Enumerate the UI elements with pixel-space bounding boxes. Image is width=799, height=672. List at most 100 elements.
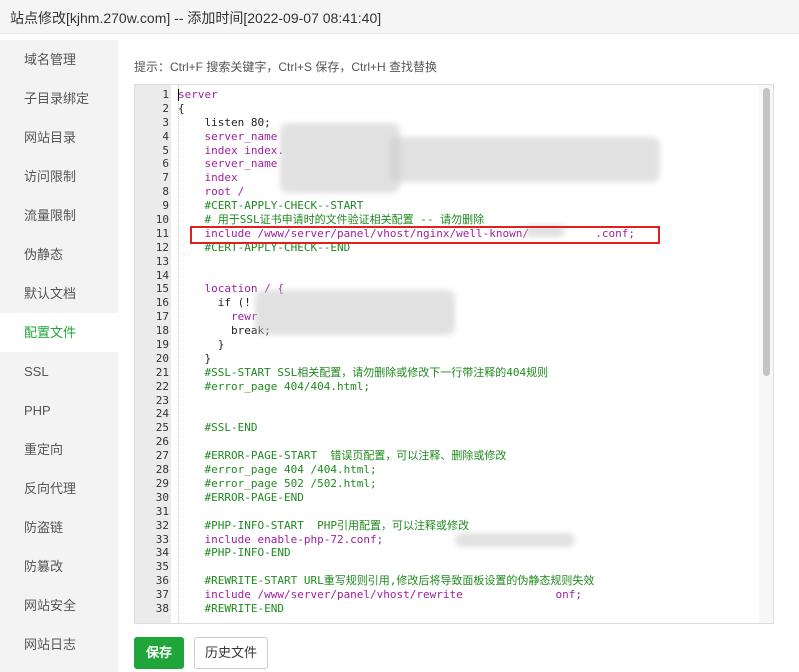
sidebar-item[interactable]: 默认文档 <box>0 274 118 313</box>
line-number: 19 <box>155 338 169 352</box>
line-number: 29 <box>155 476 169 490</box>
code-line[interactable]: 33 include enable-php-72.conf; <box>135 533 755 547</box>
sidebar-item[interactable]: 配置文件 <box>0 313 118 352</box>
line-text[interactable]: #error_page 404 /404.html; <box>178 463 376 477</box>
line-number: 30 <box>155 490 169 504</box>
line-number: 23 <box>155 393 169 407</box>
code-line[interactable]: 8 root / <box>135 185 755 199</box>
line-text[interactable]: index index. <box>178 144 283 158</box>
line-text[interactable]: #PHP-INFO-START PHP引用配置，可以注释或修改 <box>178 519 468 533</box>
code-line[interactable]: 10 # 用于SSL证书申请时的文件验证相关配置 -- 请勿删除 <box>135 213 755 227</box>
code-line[interactable]: 36 #REWRITE-START URL重写规则引用,修改后将导致面板设置的伪… <box>135 574 755 588</box>
sidebar-item[interactable]: 反向代理 <box>0 469 118 508</box>
sidebar-item[interactable]: 网站安全 <box>0 586 118 625</box>
code-line[interactable]: 37 include /www/server/panel/vhost/rewri… <box>135 588 755 602</box>
line-text[interactable]: #error_page 502 /502.html; <box>178 477 376 491</box>
code-line[interactable]: 35 <box>135 560 755 574</box>
line-number: 37 <box>155 588 169 602</box>
line-text[interactable]: } <box>178 338 225 352</box>
line-number: 20 <box>155 351 169 365</box>
code-line[interactable]: 22 #error_page 404/404.html; <box>135 380 755 394</box>
highlight-box <box>190 226 660 244</box>
code-line[interactable]: 1 server <box>135 88 755 102</box>
line-text[interactable]: #ERROR-PAGE-START 错误页配置，可以注释、删除或修改 <box>178 449 506 463</box>
code-line[interactable]: 25 #SSL-END <box>135 421 755 435</box>
line-number: 28 <box>155 463 169 477</box>
code-line[interactable]: 34 #PHP-INFO-END <box>135 546 755 560</box>
line-number: 1 <box>162 88 169 101</box>
code-line[interactable]: 9 #CERT-APPLY-CHECK--START <box>135 199 755 213</box>
sidebar-item[interactable]: SSL <box>0 352 118 391</box>
line-text[interactable]: #ERROR-PAGE-END <box>178 491 303 505</box>
sidebar-item[interactable]: 防盗链 <box>0 508 118 547</box>
sidebar-item[interactable]: 访问限制 <box>0 157 118 196</box>
line-text[interactable]: #REWRITE-END <box>178 602 283 616</box>
line-number: 10 <box>155 213 169 227</box>
line-number: 6 <box>162 157 169 171</box>
code-line[interactable]: 20 } <box>135 352 755 366</box>
redacted-region <box>280 123 400 193</box>
code-line[interactable]: 26 <box>135 435 755 449</box>
line-text[interactable]: listen 80; <box>178 116 270 130</box>
redacted-region <box>255 290 455 335</box>
sidebar-item[interactable]: 网站日志 <box>0 625 118 664</box>
history-files-button[interactable]: 历史文件 <box>194 637 268 669</box>
line-text[interactable]: server_name <box>178 130 277 144</box>
line-text[interactable]: #CERT-APPLY-CHECK--START <box>178 199 363 213</box>
code-line[interactable]: 31 <box>135 505 755 519</box>
code-line[interactable]: 14 <box>135 269 755 283</box>
line-text[interactable]: rewr <box>178 310 258 324</box>
sidebar: 域名管理 子目录绑定 网站目录 访问限制 流量限制 伪静态 默认文档 配置文件 SSL PHP 重定… <box>0 40 118 672</box>
code-line[interactable]: 19 } <box>135 338 755 352</box>
sidebar-item[interactable]: 流量限制 <box>0 196 118 235</box>
sidebar-item[interactable]: 域名管理 <box>0 40 118 79</box>
line-number: 7 <box>162 171 169 185</box>
sidebar-item[interactable]: 防篡改 <box>0 547 118 586</box>
editor-scrollbar[interactable] <box>759 85 773 623</box>
line-text[interactable]: include enable-php-72.conf; <box>178 533 383 547</box>
sidebar-item[interactable]: 伪静态 <box>0 235 118 274</box>
line-text[interactable]: { <box>178 102 185 116</box>
line-number: 11 <box>155 226 169 240</box>
sidebar-item[interactable]: PHP <box>0 391 118 430</box>
line-text[interactable]: server <box>178 88 218 102</box>
line-text[interactable]: if (! <box>178 296 251 310</box>
code-line[interactable]: 13 <box>135 255 755 269</box>
line-number: 5 <box>162 143 169 157</box>
sidebar-item[interactable]: 重定向 <box>0 430 118 469</box>
line-text[interactable]: #PHP-INFO-END <box>178 546 290 560</box>
line-text[interactable]: server_name <box>178 157 277 171</box>
line-text[interactable]: } <box>178 352 211 366</box>
line-text[interactable]: #REWRITE-START URL重写规则引用,修改后将导致面板设置的伪静态规… <box>178 574 594 588</box>
line-number: 21 <box>155 365 169 379</box>
sidebar-item[interactable]: 子目录绑定 <box>0 79 118 118</box>
line-number: 13 <box>155 254 169 268</box>
line-text[interactable]: # 用于SSL证书申请时的文件验证相关配置 -- 请勿删除 <box>178 213 484 227</box>
code-line[interactable]: 38 #REWRITE-END <box>135 602 755 616</box>
code-line[interactable]: 23 <box>135 394 755 408</box>
line-text[interactable]: #error_page 404/404.html; <box>178 380 370 394</box>
config-editor[interactable]: 1 server 2{3 listen 80; 4 server_name 5 inde… <box>134 84 774 624</box>
line-text[interactable]: root / <box>178 185 244 199</box>
line-number: 8 <box>162 185 169 199</box>
code-line[interactable]: 29 #error_page 502 /502.html; <box>135 477 755 491</box>
save-button[interactable]: 保存 <box>134 637 184 669</box>
line-text[interactable]: include /www/server/panel/vhost/rewrite … <box>178 588 582 602</box>
code-line[interactable]: 24 <box>135 407 755 421</box>
code-line[interactable]: 21 #SSL-START SSL相关配置，请勿删除或修改下一行带注释的404规… <box>135 366 755 380</box>
line-number: 9 <box>162 199 169 213</box>
line-number: 17 <box>155 310 169 324</box>
code-line[interactable]: 2{ <box>135 102 755 116</box>
code-line[interactable]: 28 #error_page 404 /404.html; <box>135 463 755 477</box>
line-text[interactable]: #SSL-START SSL相关配置，请勿删除或修改下一行带注释的404规则 <box>178 366 548 380</box>
code-line[interactable]: 32 #PHP-INFO-START PHP引用配置，可以注释或修改 <box>135 519 755 533</box>
code-line[interactable]: 30 #ERROR-PAGE-END <box>135 491 755 505</box>
line-number: 33 <box>155 532 169 546</box>
code-line[interactable]: 3 listen 80; <box>135 116 755 130</box>
sidebar-item[interactable]: 网站目录 <box>0 118 118 157</box>
line-text[interactable]: index <box>178 171 237 185</box>
scrollbar-thumb[interactable] <box>763 88 770 376</box>
line-text[interactable]: #SSL-END <box>178 421 257 435</box>
code-line[interactable]: 27 #ERROR-PAGE-START 错误页配置，可以注释、删除或修改 <box>135 449 755 463</box>
line-number: 12 <box>155 240 169 254</box>
